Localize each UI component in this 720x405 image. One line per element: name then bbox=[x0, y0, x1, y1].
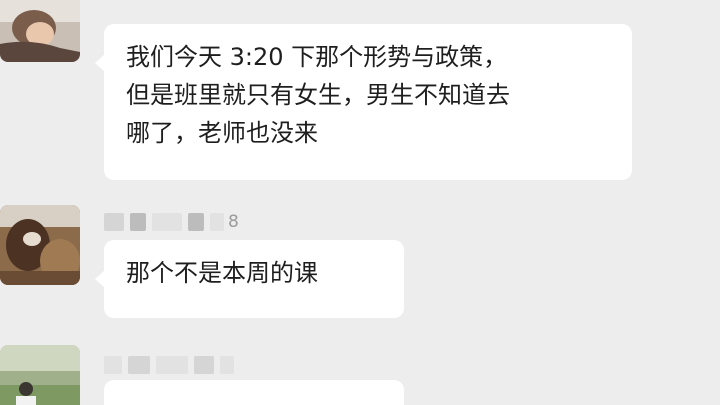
sender-name-suffix: 8 bbox=[228, 212, 239, 232]
avatar-user-1[interactable] bbox=[0, 0, 80, 62]
chat-message-list[interactable]: 我们今天 3:20 下那个形势与政策， 但是班里就只有女生，男生不知道去 哪了，… bbox=[0, 0, 720, 405]
message-line: 哪了，老师也没来 bbox=[126, 119, 318, 147]
message-line: 我们今天 3:20 下那个形势与政策， bbox=[126, 43, 508, 71]
person-avatar-icon bbox=[0, 0, 80, 62]
avatar-user-2[interactable] bbox=[0, 205, 80, 285]
message-bubble-2[interactable]: 那个不是本周的课 bbox=[95, 240, 404, 318]
person-outdoor-avatar-icon bbox=[0, 345, 80, 405]
message-line: 但是班里就只有女生，男生不知道去 bbox=[126, 81, 510, 109]
avatar-user-3[interactable] bbox=[0, 345, 80, 405]
message-bubble-1[interactable]: 我们今天 3:20 下那个形势与政策， 但是班里就只有女生，男生不知道去 哪了，… bbox=[95, 24, 632, 180]
sender-name-blurred bbox=[104, 354, 234, 376]
dog-avatar-icon bbox=[0, 205, 80, 285]
message-line: 那个不是本周的课 bbox=[126, 259, 318, 287]
message-bubble-3[interactable] bbox=[104, 380, 404, 405]
sender-name-blurred: 8 bbox=[104, 211, 239, 233]
